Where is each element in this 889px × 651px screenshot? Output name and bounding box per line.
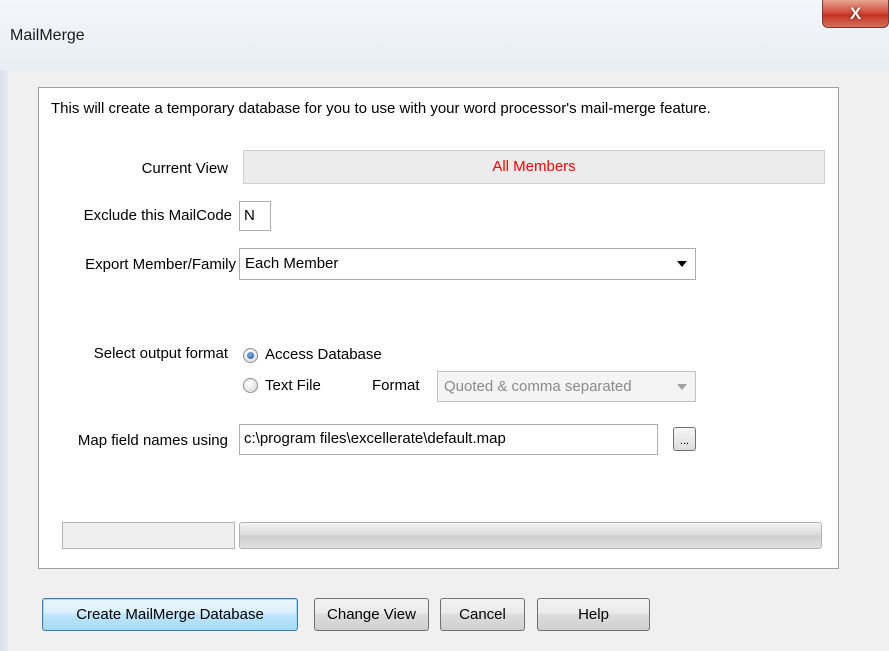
current-view-value: All Members <box>492 158 576 175</box>
close-button[interactable]: X <box>822 0 889 28</box>
format-label: Format <box>372 377 420 394</box>
progress-bar <box>239 522 822 549</box>
browse-button[interactable]: ... <box>673 427 696 451</box>
export-member-family-select[interactable]: Each Member <box>239 248 696 280</box>
exclude-mailcode-input[interactable]: N <box>239 201 271 231</box>
export-selected-value: Each Member <box>245 255 339 272</box>
progress-fill <box>240 523 821 548</box>
status-field <box>62 522 235 549</box>
intro-text: This will create a temporary database fo… <box>51 100 711 117</box>
title-bar: MailMerge <box>0 0 889 70</box>
window-title: MailMerge <box>10 27 85 44</box>
map-field-names-label: Map field names using <box>77 432 228 449</box>
change-view-button[interactable]: Change View <box>314 598 429 631</box>
map-file-path-input[interactable]: c:\program files\excellerate\default.map <box>239 424 658 455</box>
ellipsis-icon: ... <box>679 435 690 447</box>
current-view-label: Current View <box>141 160 228 177</box>
access-database-radio[interactable] <box>243 348 258 363</box>
cancel-button[interactable]: Cancel <box>440 598 525 631</box>
close-icon: X <box>849 3 862 23</box>
format-selected-value: Quoted & comma separated <box>444 378 632 395</box>
chevron-down-icon[interactable] <box>677 261 687 267</box>
output-format-label: Select output format <box>93 345 228 362</box>
chevron-down-icon <box>677 384 687 390</box>
export-member-family-label: Export Member/Family <box>85 256 236 273</box>
access-database-label[interactable]: Access Database <box>265 346 382 363</box>
create-mailmerge-database-button[interactable]: Create MailMerge Database <box>42 598 298 631</box>
text-file-label[interactable]: Text File <box>265 377 321 394</box>
exclude-mailcode-label: Exclude this MailCode <box>83 207 232 224</box>
window-frame <box>0 70 8 651</box>
text-file-radio[interactable] <box>243 378 258 393</box>
help-button[interactable]: Help <box>537 598 650 631</box>
format-select: Quoted & comma separated <box>437 371 696 402</box>
